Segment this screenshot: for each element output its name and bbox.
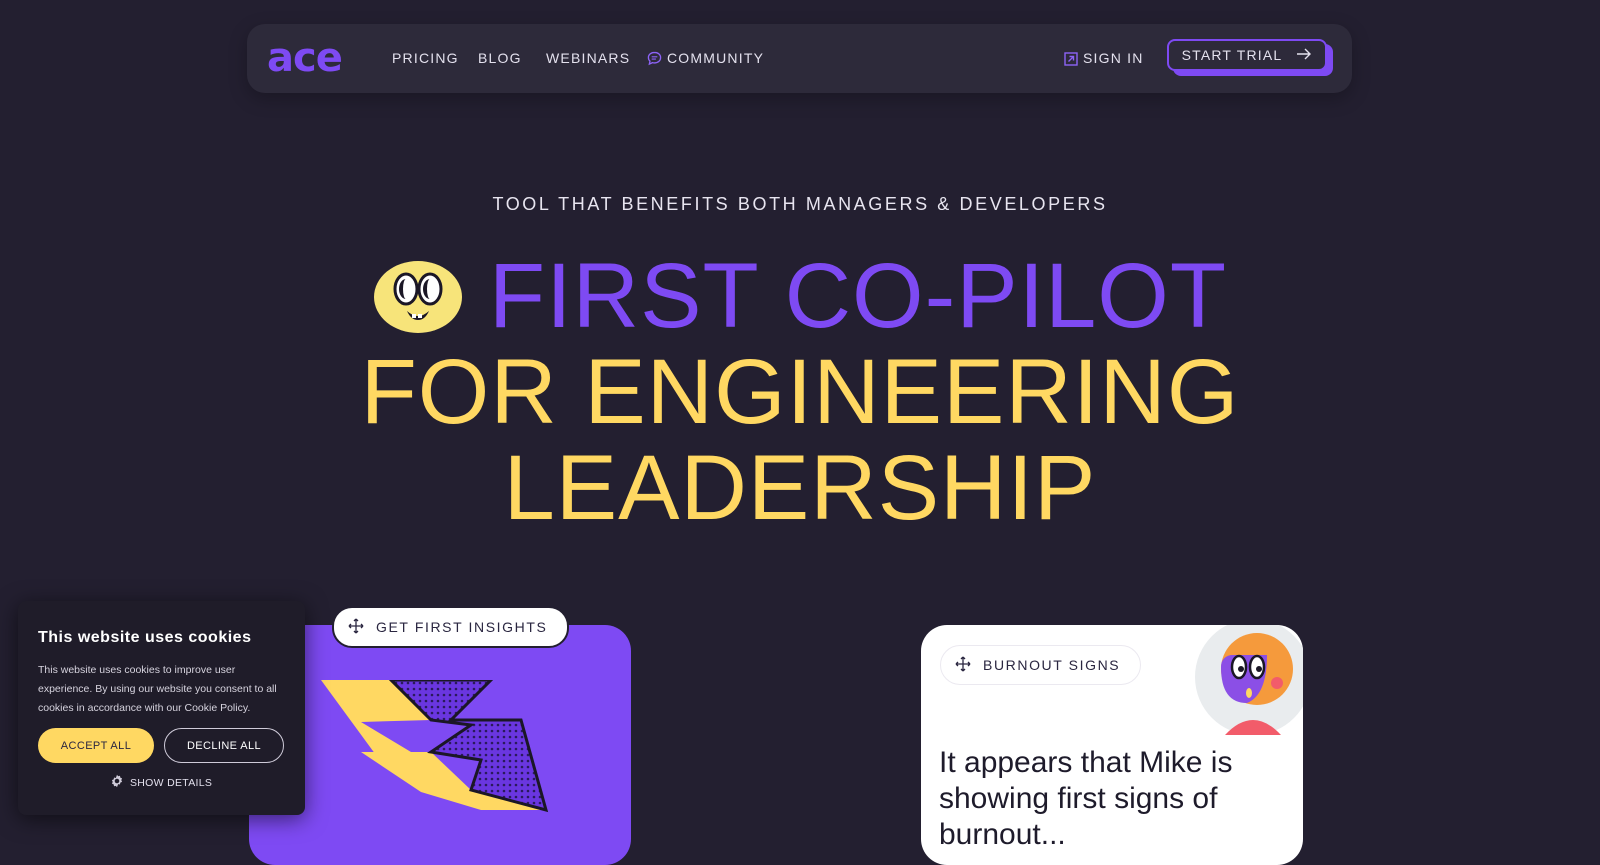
burnout-message: It appears that Mike is showing first si… (939, 746, 1233, 851)
lightning-bolt-icon (321, 680, 549, 813)
sign-in-link[interactable]: SIGN IN (1064, 50, 1144, 69)
nav-blog[interactable]: BLOG (478, 50, 522, 66)
show-details-button[interactable]: SHOW DETAILS (110, 774, 212, 791)
top-nav: ace PRICING BLOG WEBINARS COMMUNITY SIGN… (247, 24, 1352, 93)
insights-card (249, 625, 631, 865)
gear-icon (110, 774, 124, 791)
insights-tag-label: GET FIRST INSIGHTS (376, 619, 548, 635)
hero-line-1-text: FIRST CO-PILOT (488, 245, 1228, 347)
nav-webinars[interactable]: WEBINARS (546, 50, 630, 66)
arrow-right-icon (1296, 47, 1312, 63)
decline-all-button[interactable]: DECLINE ALL (164, 728, 284, 763)
nav-pricing[interactable]: PRICING (392, 50, 459, 66)
chat-bubble-icon (647, 51, 662, 69)
nav-community[interactable]: COMMUNITY (647, 50, 764, 69)
logo[interactable]: ace (267, 38, 343, 78)
hero-heading-line-3: LEADERSHIP (503, 437, 1097, 539)
cookie-body: This website uses cookies to improve use… (38, 664, 277, 714)
external-link-icon (1064, 52, 1078, 69)
hero-heading-line-1: FIRST CO-PILOT (0, 248, 1600, 352)
cookie-title: This website uses cookies (38, 629, 252, 646)
get-first-insights-tag[interactable]: GET FIRST INSIGHTS (332, 606, 570, 648)
move-arrows-icon (348, 618, 364, 637)
nav-community-label: COMMUNITY (667, 50, 765, 66)
burnout-signs-tag[interactable]: BURNOUT SIGNS (940, 645, 1142, 685)
hero-eyebrow: TOOL THAT BENEFITS BOTH MANAGERS & DEVEL… (492, 194, 1108, 214)
show-details-label: SHOW DETAILS (130, 776, 213, 789)
start-trial-button[interactable]: START TRIAL (1167, 39, 1327, 71)
hero-heading-line-2: FOR ENGINEERING (360, 341, 1240, 443)
move-arrows-icon (955, 656, 971, 675)
burnout-tag-label: BURNOUT SIGNS (983, 657, 1121, 673)
accept-all-button[interactable]: ACCEPT ALL (38, 728, 154, 763)
cookie-banner: This website uses cookies This website u… (18, 601, 305, 815)
sign-in-label: SIGN IN (1083, 50, 1144, 66)
burnout-card: BURNOUT SIGNS It appears that Mike is sh… (921, 625, 1303, 865)
character-avatar-icon (1195, 625, 1303, 735)
start-trial-label: START TRIAL (1181, 47, 1283, 63)
smiley-face-icon (373, 256, 463, 352)
